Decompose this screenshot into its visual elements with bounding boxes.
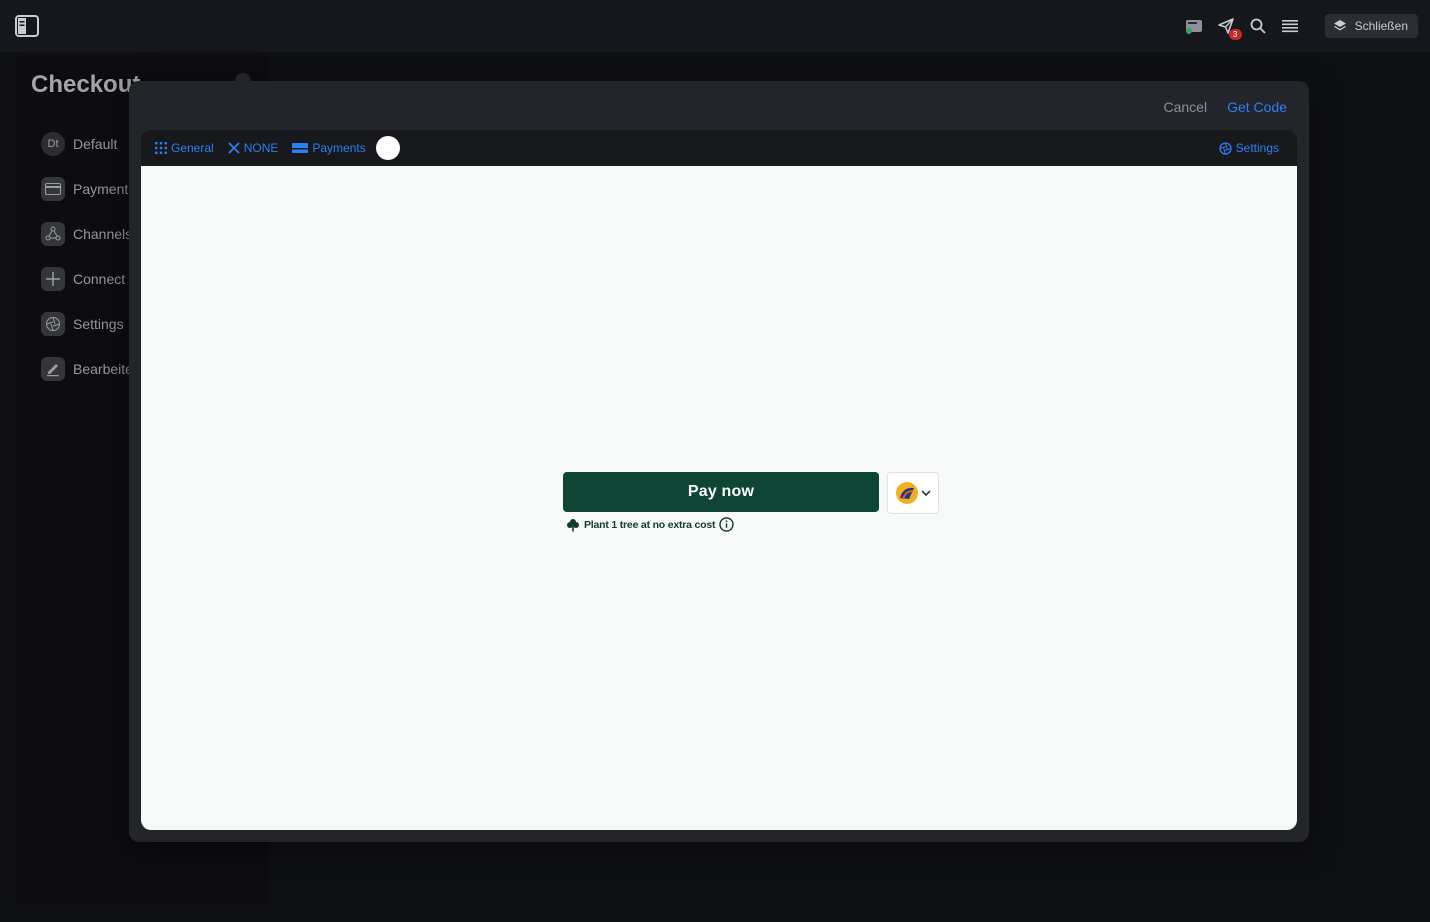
layers-icon — [1333, 20, 1346, 31]
wallet-select[interactable] — [887, 472, 939, 514]
close-icon — [228, 142, 240, 154]
modal-actions: Cancel Get Code — [1163, 99, 1287, 115]
preview-toolbar: General NONE Payments Settings — [141, 130, 1297, 166]
preview-card: General NONE Payments Settings Pay now P… — [141, 130, 1297, 830]
theme-toggle[interactable] — [375, 136, 400, 160]
info-icon[interactable] — [719, 517, 735, 532]
close-label: Schließen — [1354, 19, 1408, 33]
aperture-icon — [1218, 141, 1232, 155]
search-icon[interactable] — [1247, 15, 1269, 37]
tab-payments[interactable]: Payments — [292, 141, 366, 155]
plant-tree-note: Plant 1 tree at no extra cost — [566, 517, 735, 532]
cancel-button[interactable]: Cancel — [1163, 99, 1207, 115]
send-icon[interactable]: 3 — [1215, 15, 1242, 40]
checkout-preview: Pay now Plant 1 tree at no extra cost — [141, 166, 1297, 830]
wallet-logo-icon — [896, 482, 918, 504]
tab-payments-label: Payments — [312, 141, 366, 155]
tab-general-label: General — [171, 141, 214, 155]
tree-icon — [567, 518, 579, 531]
notification-badge: 3 — [1228, 29, 1242, 40]
get-code-button[interactable]: Get Code — [1227, 99, 1287, 115]
sidebar-toggle-icon[interactable] — [15, 15, 39, 37]
tab-general[interactable]: General — [155, 141, 214, 155]
store-icon[interactable] — [1183, 15, 1205, 37]
card-icon — [292, 143, 309, 153]
get-code-modal: Cancel Get Code General NONE Payments Se… — [129, 81, 1309, 842]
pay-now-button[interactable]: Pay now — [563, 472, 879, 512]
tab-none[interactable]: NONE — [228, 141, 279, 155]
chevron-down-icon — [921, 490, 931, 497]
grid-icon — [155, 142, 167, 154]
settings-label: Settings — [1235, 141, 1279, 155]
settings-button[interactable]: Settings — [1218, 141, 1279, 155]
close-button[interactable]: Schließen — [1324, 14, 1418, 38]
tab-none-label: NONE — [243, 141, 279, 155]
menu-icon[interactable] — [1279, 15, 1301, 37]
top-bar: 3 Schließen — [0, 0, 1430, 52]
plant-tree-text: Plant 1 tree at no extra cost — [584, 518, 716, 531]
